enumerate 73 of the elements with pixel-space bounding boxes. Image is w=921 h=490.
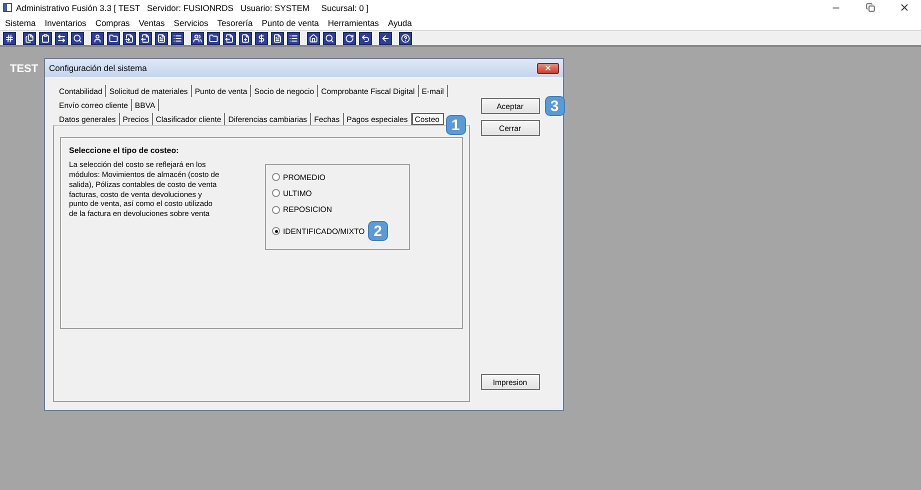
- toolbar-button[interactable]: [379, 32, 392, 44]
- callout-badge: 1: [446, 115, 466, 135]
- toolbar-button[interactable]: [271, 32, 284, 44]
- dialog-title: Configuración del sistema: [49, 63, 147, 73]
- toolbar-button[interactable]: [171, 32, 184, 44]
- toolbar-button[interactable]: [55, 32, 68, 44]
- toolbar-button[interactable]: [239, 32, 252, 44]
- people-icon: [193, 34, 202, 42]
- toolbar-button[interactable]: [91, 32, 104, 44]
- menu-item[interactable]: Sistema: [5, 18, 36, 28]
- menu-item[interactable]: Compras: [95, 18, 130, 28]
- toolbar-button[interactable]: [399, 32, 412, 44]
- clipboard-icon: [41, 34, 50, 42]
- toolbar-button[interactable]: [139, 32, 152, 44]
- menu-item[interactable]: Herramientas: [328, 18, 379, 28]
- menu-item[interactable]: Ayuda: [388, 18, 412, 28]
- refresh-icon: [345, 34, 354, 42]
- menu-item[interactable]: Servicios: [174, 18, 208, 28]
- toolbar-button[interactable]: [287, 32, 300, 44]
- radio-button[interactable]: [272, 173, 280, 182]
- document-icon: [273, 34, 282, 42]
- toolbar-button[interactable]: [255, 32, 268, 44]
- restore-icon: [866, 3, 874, 12]
- menu-item[interactable]: Inventarios: [44, 18, 86, 28]
- window-title: Administrativo Fusión 3.3 [ TEST Servidor: FUSIONRDS Usuario: SYSTEM Sucursal: 0 ]: [16, 2, 370, 12]
- list-icon: [173, 34, 182, 42]
- toolbar-button[interactable]: [223, 32, 236, 44]
- search-icon: [325, 34, 334, 42]
- callout-badge: 2: [368, 221, 388, 242]
- menu-item[interactable]: Tesorería: [217, 18, 253, 28]
- document-icon: [157, 34, 166, 42]
- radio-button[interactable]: [272, 227, 280, 236]
- document-icon: [141, 34, 150, 42]
- iso-icon: [5, 34, 14, 42]
- document-icon: [225, 34, 234, 42]
- toolbar-button[interactable]: [107, 32, 120, 44]
- list-icon: [289, 34, 298, 42]
- arrows-icon: [57, 34, 66, 42]
- toolbar-button[interactable]: [23, 32, 36, 44]
- app-icon: [3, 3, 12, 12]
- toolbar-button[interactable]: [343, 32, 356, 44]
- radio-button[interactable]: [272, 189, 280, 198]
- undo-icon: [361, 34, 370, 42]
- person-icon: [93, 34, 102, 42]
- arrow-left-icon: [381, 34, 390, 42]
- toolbar-button[interactable]: [155, 32, 168, 44]
- desktop-label: TEST: [10, 63, 38, 75]
- folder-icon: [109, 34, 118, 42]
- dollar-icon: [257, 34, 266, 42]
- callout-badge: 3: [544, 96, 565, 116]
- toolbar-button[interactable]: [39, 32, 52, 44]
- toolbar-button[interactable]: [307, 32, 320, 44]
- close-icon: [544, 64, 552, 72]
- toolbar-button[interactable]: [3, 32, 16, 44]
- radio-button[interactable]: [272, 206, 280, 214]
- home-icon: [309, 34, 318, 42]
- search-icon: [73, 34, 82, 42]
- folder-icon: [209, 34, 218, 42]
- toolbar-button[interactable]: [323, 32, 336, 44]
- menu-item[interactable]: Punto de venta: [262, 18, 319, 28]
- menu-item[interactable]: Ventas: [138, 18, 165, 28]
- help-icon: [401, 34, 410, 42]
- document-plus-icon: [241, 34, 250, 42]
- copy-icon: [25, 34, 34, 42]
- toolbar-button[interactable]: [359, 32, 372, 44]
- toolbar-button[interactable]: [71, 32, 84, 44]
- document-icon: [125, 34, 134, 42]
- close-button[interactable]: [537, 62, 559, 74]
- close-icon: [898, 2, 910, 13]
- toolbar-button[interactable]: [123, 32, 136, 44]
- section-heading: Seleccione el tipo de costeo:: [69, 146, 180, 155]
- toolbar-button[interactable]: [207, 32, 220, 44]
- toolbar-button[interactable]: [191, 32, 204, 44]
